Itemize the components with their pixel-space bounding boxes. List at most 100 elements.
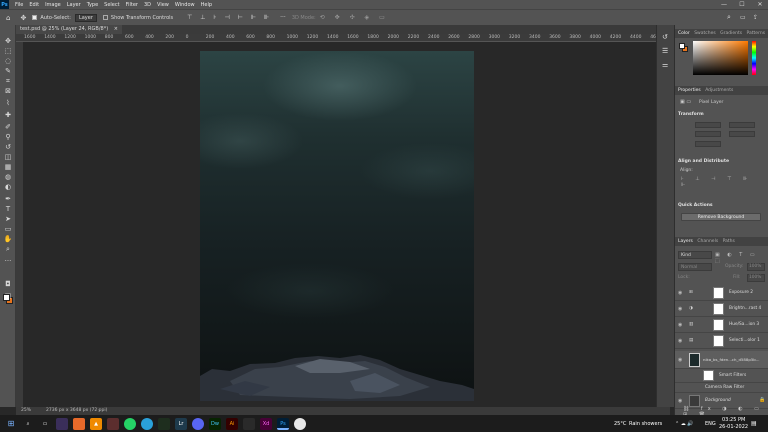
menu-3d[interactable]: 3D xyxy=(144,2,151,8)
menu-help[interactable]: Help xyxy=(201,2,212,8)
show-transform-checkbox[interactable] xyxy=(102,15,108,20)
layer-row[interactable]: ◉ ⊞ Exposure 2 xyxy=(675,285,768,301)
task-view-icon[interactable]: ▭ xyxy=(39,418,51,430)
app-icon[interactable] xyxy=(56,417,68,430)
tab-channels[interactable]: Channels xyxy=(697,239,718,244)
share-icon[interactable]: ⇪ xyxy=(753,14,758,21)
dodge-tool-icon[interactable]: ◐ xyxy=(3,183,13,192)
libraries-panel-icon[interactable]: ☰ xyxy=(662,47,668,55)
document-tab[interactable]: test.psd @ 25% (Layer 24, RGB/8*) × xyxy=(16,25,122,34)
minimize-button[interactable]: — xyxy=(716,0,732,9)
zoom-level[interactable]: 25% xyxy=(21,407,31,415)
layer-name[interactable]: Brightn...rast 4 xyxy=(729,306,761,311)
clone-stamp-tool-icon[interactable]: ⚲ xyxy=(3,133,13,142)
pen-tool-icon[interactable]: ✒ xyxy=(3,195,13,204)
tab-patterns[interactable]: Patterns xyxy=(747,31,766,36)
layer-mask-thumbnail[interactable] xyxy=(713,303,724,315)
discord-icon[interactable] xyxy=(192,417,204,430)
eye-icon[interactable]: ◉ xyxy=(678,290,682,296)
chrome-icon[interactable] xyxy=(294,417,306,430)
zoom-tool-icon[interactable]: ⌕ xyxy=(3,245,13,254)
transform-heading[interactable]: Transform xyxy=(678,112,704,117)
dreamweaver-icon[interactable]: Dw xyxy=(209,417,221,430)
layer-mask-thumbnail[interactable] xyxy=(713,287,724,299)
height-field[interactable] xyxy=(695,131,721,137)
camera-raw-filter-label[interactable]: Camera Raw Filter xyxy=(705,385,744,390)
color-picker-field[interactable] xyxy=(693,41,748,75)
kind-filter-dropdown[interactable]: Kind xyxy=(678,251,712,259)
tab-layers[interactable]: Layers xyxy=(678,239,693,244)
align-buttons[interactable]: ⊦ ⊥ ⊣ ⊤ ⊪ ⊩ xyxy=(681,176,768,188)
system-tray-icons[interactable]: ⌃ ☁ 🔊 xyxy=(675,421,694,427)
telegram-icon[interactable] xyxy=(141,417,153,430)
layer-name[interactable]: Background xyxy=(705,398,731,403)
auto-select-dropdown[interactable]: Layer xyxy=(74,13,97,22)
status-arrow-icon[interactable]: › xyxy=(98,407,100,415)
y-field[interactable] xyxy=(729,131,755,137)
history-brush-tool-icon[interactable]: ↺ xyxy=(3,143,13,152)
menu-file[interactable]: File xyxy=(15,2,23,8)
quick-select-tool-icon[interactable]: ✎ xyxy=(3,67,13,76)
quick-mask-icon[interactable]: ◘ xyxy=(3,280,13,289)
quick-actions-heading[interactable]: Quick Actions xyxy=(678,203,713,208)
layer-mask-thumbnail[interactable] xyxy=(713,335,724,347)
eraser-tool-icon[interactable]: ◫ xyxy=(3,153,13,162)
marquee-tool-icon[interactable]: ⬚ xyxy=(3,47,13,56)
smart-filters-label[interactable]: Smart Filters xyxy=(719,373,746,378)
clock-date[interactable]: 26-01-2022 xyxy=(719,424,748,430)
vlc-icon[interactable]: ▲ xyxy=(90,417,102,430)
align-heading[interactable]: Align and Distribute xyxy=(678,159,729,164)
more-tools-icon[interactable]: ··· xyxy=(3,257,13,266)
eye-icon[interactable]: ◉ xyxy=(678,322,682,328)
healing-brush-tool-icon[interactable]: ✚ xyxy=(3,111,13,120)
tab-swatches[interactable]: Swatches xyxy=(694,31,716,36)
tab-gradients[interactable]: Gradients xyxy=(720,31,742,36)
menu-type[interactable]: Type xyxy=(87,2,98,8)
layer-name[interactable]: Selecti...olor 1 xyxy=(729,338,760,343)
menu-filter[interactable]: Filter xyxy=(126,2,138,8)
horizontal-ruler[interactable]: 1600 1400 1200 1000 800 600 400 200 0 200 400 600 80… xyxy=(16,34,670,42)
xd-icon[interactable]: Xd xyxy=(260,417,272,430)
language-indicator[interactable]: ENG xyxy=(705,421,716,427)
app-icon[interactable] xyxy=(107,417,119,430)
start-icon[interactable]: ⊞ xyxy=(5,418,17,430)
hue-slider[interactable] xyxy=(752,41,756,75)
app-icon[interactable] xyxy=(243,417,255,430)
camera-raw-filter-row[interactable]: Camera Raw Filter xyxy=(675,383,768,393)
type-tool-icon[interactable]: T xyxy=(3,205,13,214)
smart-filter-mask-thumbnail[interactable] xyxy=(703,370,714,381)
align-icons[interactable]: ⊤ ⊥ ⊦ ⊣ ⊢ ⊩ ⊪ xyxy=(187,14,272,21)
layer-row-selected[interactable]: ◉ nika_bs_fden...ch_d588p5b... xyxy=(675,351,768,369)
menu-view[interactable]: View xyxy=(157,2,169,8)
tab-color[interactable]: Color xyxy=(678,31,690,36)
adjust-panel-icon[interactable]: ⚌ xyxy=(662,61,668,69)
photoshop-logo[interactable]: Ps xyxy=(0,0,9,9)
workspace-icon[interactable]: ▭ xyxy=(740,14,746,21)
angle-field[interactable] xyxy=(695,141,721,147)
notifications-icon[interactable]: ▤ xyxy=(751,420,757,427)
maximize-button[interactable]: ☐ xyxy=(734,0,750,9)
layer-row[interactable]: ◉ ◑ Brightn...rast 4 xyxy=(675,301,768,317)
menu-layer[interactable]: Layer xyxy=(67,2,81,8)
lightroom-icon[interactable]: Lr xyxy=(175,417,187,430)
layer-mask-thumbnail[interactable] xyxy=(713,319,724,331)
menu-edit[interactable]: Edit xyxy=(29,2,39,8)
foreground-color[interactable] xyxy=(3,294,10,301)
more-options-icon[interactable]: ··· xyxy=(280,14,286,21)
eye-icon[interactable]: ◉ xyxy=(678,338,682,344)
hand-tool-icon[interactable]: ✋ xyxy=(3,235,13,244)
eye-icon[interactable]: ◉ xyxy=(678,357,682,363)
vertical-ruler[interactable] xyxy=(16,42,23,407)
weather-text[interactable]: Rain showers xyxy=(629,421,662,427)
path-selection-tool-icon[interactable]: ➤ xyxy=(3,215,13,224)
rectangle-tool-icon[interactable]: ▭ xyxy=(3,225,13,234)
move-tool-icon[interactable]: ✥ xyxy=(20,14,26,22)
lasso-tool-icon[interactable]: ◌ xyxy=(3,57,13,66)
opacity-field[interactable]: 100% xyxy=(747,263,765,271)
tab-adjustments[interactable]: Adjustments xyxy=(705,88,733,93)
crop-tool-icon[interactable]: ⌗ xyxy=(3,77,13,86)
foreground-swatch[interactable] xyxy=(679,43,685,49)
frame-tool-icon[interactable]: ⊠ xyxy=(3,87,13,96)
smart-filters-row[interactable]: Smart Filters xyxy=(675,369,768,383)
whatsapp-icon[interactable] xyxy=(124,417,136,430)
